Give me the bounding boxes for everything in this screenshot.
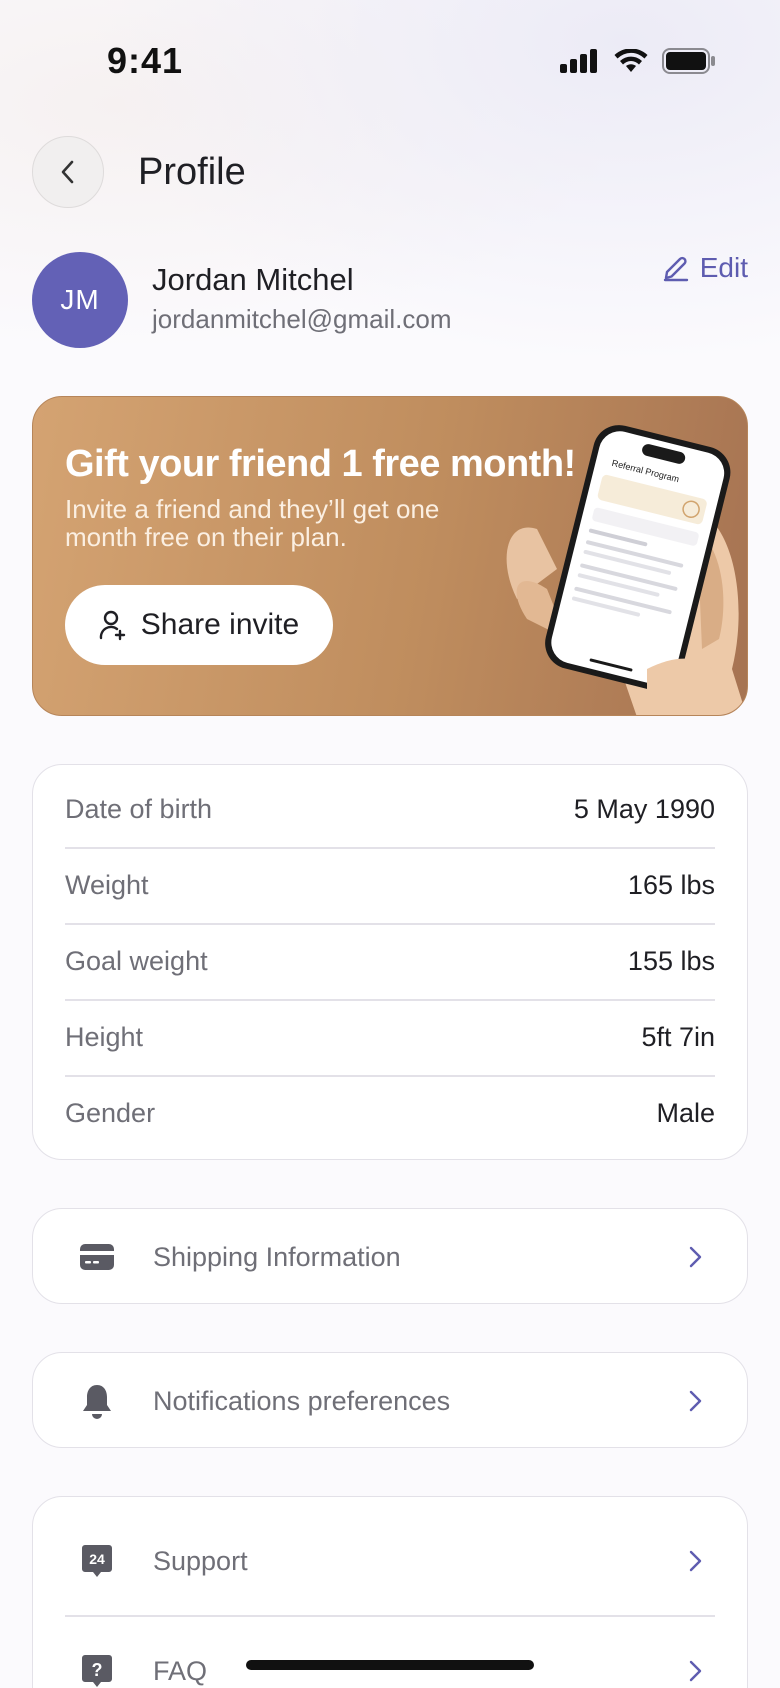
faq-icon-text: ? [92,1660,103,1680]
battery-icon [662,48,715,74]
status-bar: 9:41 [0,0,780,120]
avatar[interactable]: JM [32,252,128,348]
detail-row-date-of-birth[interactable]: Date of birth 5 May 1990 [65,771,715,847]
user-name: Jordan Mitchel [152,262,354,297]
detail-value: 165 lbs [627,869,715,900]
menu-item-support[interactable]: 24 Support [33,1515,747,1607]
home-indicator[interactable] [246,1660,534,1670]
promo-subtitle: Invite a friend and they’ll get one mont… [65,494,440,552]
detail-label: Weight [65,869,149,900]
detail-row-gender[interactable]: Gender Male [65,1075,715,1151]
detail-row-height[interactable]: Height 5ft 7in [65,999,715,1075]
share-invite-label: Share invite [140,608,300,641]
page-title: Profile [138,150,246,193]
profile-summary: JM Jordan Mitchel jordanmitchel@gmail.co… [32,252,748,348]
status-icons [560,48,716,74]
menu-item-faq[interactable]: ? FAQ [33,1625,747,1688]
referral-promo-card[interactable]: Gift your friend 1 free month! Invite a … [32,396,748,716]
detail-label: Gender [65,1097,156,1128]
user-email: jordanmitchel@gmail.com [152,304,452,334]
menu-item-shipping[interactable]: Shipping Information [33,1211,747,1303]
detail-row-goal-weight[interactable]: Goal weight 155 lbs [65,923,715,999]
detail-row-weight[interactable]: Weight 165 lbs [65,847,715,923]
share-invite-button[interactable]: Share invite [65,585,333,665]
detail-value: Male [656,1097,715,1128]
detail-value: 155 lbs [627,945,715,976]
wifi-icon [614,49,648,72]
support-icon-text: 24 [89,1551,105,1567]
chevron-left-icon [61,160,74,184]
shipping-card: Shipping Information [32,1208,748,1304]
chevron-right-icon [689,1550,702,1572]
detail-value: 5 May 1990 [573,793,715,824]
back-button[interactable] [32,136,104,208]
detail-label: Date of birth [65,793,213,824]
edit-button[interactable]: Edit [662,252,748,284]
edit-label: Edit [699,252,748,283]
bell-icon [77,1381,117,1421]
chevron-right-icon [689,1660,702,1682]
menu-label: Shipping Information [153,1241,401,1272]
menu-item-notifications[interactable]: Notifications preferences [33,1355,747,1447]
phone-in-hand-illustration: Referral Program [506,425,747,715]
detail-value: 5ft 7in [641,1021,715,1052]
divider [65,1615,715,1617]
credit-card-icon [77,1237,117,1277]
notifications-card: Notifications preferences [32,1352,748,1448]
question-icon: ? [77,1651,117,1688]
profile-details-card: Date of birth 5 May 1990 Weight 165 lbs … [32,764,748,1160]
detail-label: Goal weight [65,945,208,976]
detail-label: Height [65,1021,144,1052]
status-time: 9:41 [107,40,184,81]
support-24-icon: 24 [77,1541,117,1581]
menu-label: FAQ [153,1655,208,1686]
menu-label: Notifications preferences [153,1385,451,1416]
pencil-icon [663,256,688,282]
chevron-right-icon [689,1390,702,1412]
cellular-signal-icon [560,49,597,73]
chevron-right-icon [689,1246,702,1268]
header: Profile [32,136,246,208]
user-add-icon [99,610,125,641]
menu-label: Support [153,1545,248,1576]
